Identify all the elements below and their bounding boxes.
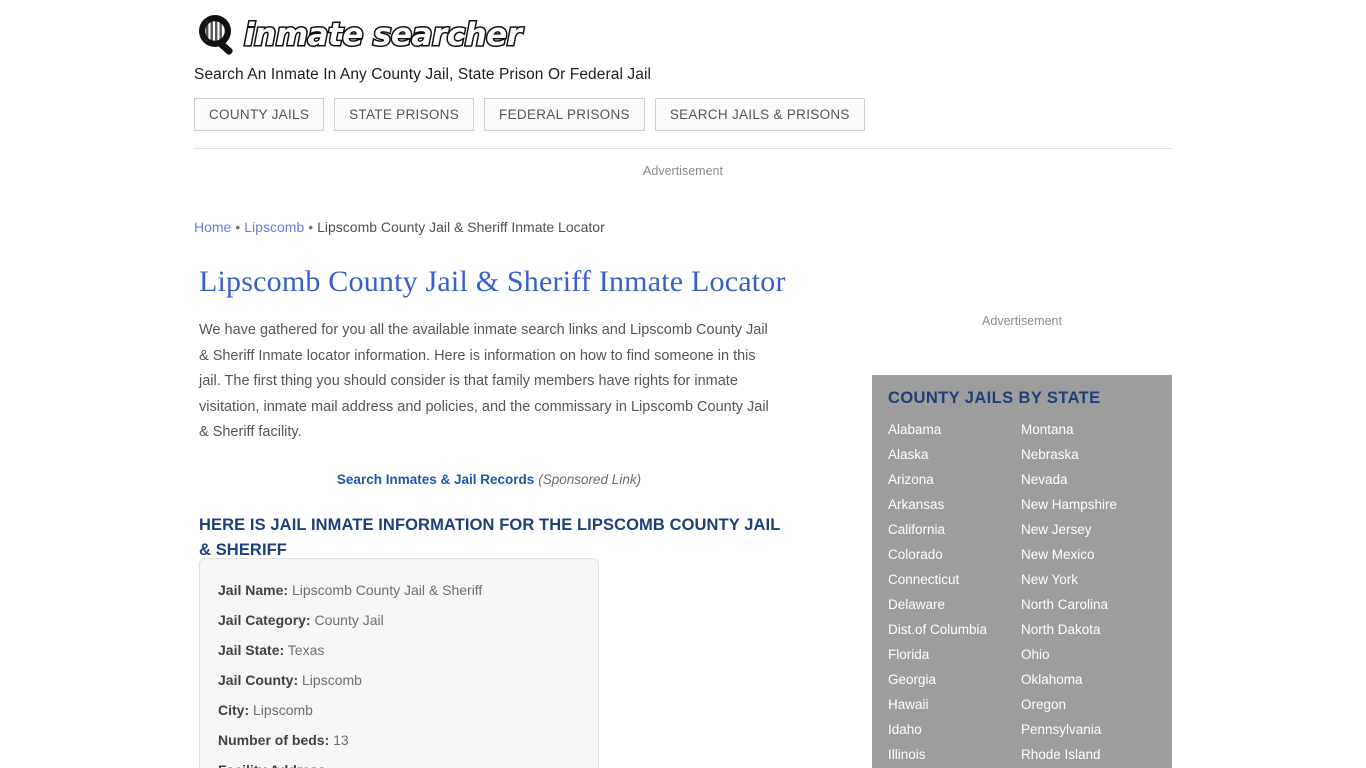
state-link-florida[interactable]: Florida: [888, 642, 1021, 667]
info-value-jail-state: Texas: [287, 642, 325, 658]
info-label-number-of-beds: Number of beds:: [218, 732, 330, 748]
state-link-connecticut[interactable]: Connecticut: [888, 567, 1021, 592]
sidebar-advertisement-label: Advertisement: [982, 314, 1062, 328]
jail-info-box: Jail Name: Lipscomb County Jail & Sherif…: [199, 558, 599, 768]
state-link-oklahoma[interactable]: Oklahoma: [1021, 667, 1156, 692]
breadcrumb-separator-2: •: [308, 219, 314, 235]
breadcrumb-county-link[interactable]: Lipscomb: [244, 219, 304, 235]
info-value-city: Lipscomb: [253, 702, 313, 718]
state-link-georgia[interactable]: Georgia: [888, 667, 1021, 692]
state-link-colorado[interactable]: Colorado: [888, 542, 1021, 567]
state-link-illinois[interactable]: Illinois: [888, 742, 1021, 767]
nav-item-county-jails[interactable]: COUNTY JAILS: [194, 98, 325, 131]
info-row: Jail County: Lipscomb: [218, 665, 580, 695]
info-row: Jail Category: County Jail: [218, 605, 580, 635]
state-link-nebraska[interactable]: Nebraska: [1021, 442, 1156, 467]
breadcrumb-separator-1: •: [235, 219, 241, 235]
state-link-pennsylvania[interactable]: Pennsylvania: [1021, 717, 1156, 742]
state-link-new-jersey[interactable]: New Jersey: [1021, 517, 1156, 542]
state-link-alabama[interactable]: Alabama: [888, 417, 1021, 442]
main-content: Lipscomb County Jail & Sheriff Inmate Lo…: [199, 262, 799, 563]
nav-item-federal-prisons[interactable]: FEDERAL PRISONS: [484, 98, 645, 131]
state-link-montana[interactable]: Montana: [1021, 417, 1156, 442]
state-link-california[interactable]: California: [888, 517, 1021, 542]
state-link-alaska[interactable]: Alaska: [888, 442, 1021, 467]
state-link-arkansas[interactable]: Arkansas: [888, 492, 1021, 517]
info-label-jail-category: Jail Category:: [218, 612, 311, 628]
sidebar-title: COUNTY JAILS BY STATE: [888, 389, 1101, 407]
state-link-nevada[interactable]: Nevada: [1021, 467, 1156, 492]
nav-item-state-prisons[interactable]: STATE PRISONS: [334, 98, 475, 131]
state-link-new-mexico[interactable]: New Mexico: [1021, 542, 1156, 567]
breadcrumb: Home • Lipscomb • Lipscomb County Jail & She…: [194, 219, 605, 235]
page-root: inmate searcher Search An Inmate In Any …: [0, 0, 1366, 768]
state-link-hawaii[interactable]: Hawaii: [888, 692, 1021, 717]
state-link-new-york[interactable]: New York: [1021, 567, 1156, 592]
state-link-ohio[interactable]: Ohio: [1021, 642, 1156, 667]
info-row: Jail Name: Lipscomb County Jail & Sherif…: [218, 575, 580, 605]
page-title: Lipscomb County Jail & Sheriff Inmate Lo…: [199, 265, 786, 298]
section-heading: HERE IS JAIL INMATE INFORMATION FOR THE …: [199, 515, 781, 559]
info-value-jail-county: Lipscomb: [302, 672, 362, 688]
state-link-oregon[interactable]: Oregon: [1021, 692, 1156, 717]
state-link-dist-of-columbia[interactable]: Dist.of Columbia: [888, 617, 1021, 642]
state-link-delaware[interactable]: Delaware: [888, 592, 1021, 617]
state-link-new-hampshire[interactable]: New Hampshire: [1021, 492, 1156, 517]
header-divider: [194, 148, 1172, 149]
search-inmates-records-link[interactable]: Search Inmates & Jail Records: [337, 472, 534, 487]
sponsored-note: (Sponsored Link): [538, 471, 642, 487]
info-label-jail-county: Jail County:: [218, 672, 299, 688]
info-label-city: City:: [218, 702, 250, 718]
info-value-number-of-beds: 13: [333, 732, 349, 748]
logo-text: inmate searcher: [243, 16, 524, 55]
info-label-jail-state: Jail State:: [218, 642, 285, 658]
state-link-north-dakota[interactable]: North Dakota: [1021, 617, 1156, 642]
info-row: Number of beds: 13: [218, 725, 580, 755]
state-link-north-carolina[interactable]: North Carolina: [1021, 592, 1156, 617]
logo[interactable]: inmate searcher: [194, 10, 1172, 60]
site-header: inmate searcher Search An Inmate In Any …: [194, 10, 1172, 84]
nav-item-search-jails-prisons[interactable]: SEARCH JAILS & PRISONS: [654, 98, 865, 131]
state-link-rhode-island[interactable]: Rhode Island: [1021, 742, 1156, 767]
state-link-arizona[interactable]: Arizona: [888, 467, 1021, 492]
main-navigation: COUNTY JAILS STATE PRISONS FEDERAL PRISO…: [194, 98, 865, 131]
info-value-jail-name: Lipscomb County Jail & Sheriff: [291, 582, 483, 598]
info-row: City: Lipscomb: [218, 695, 580, 725]
breadcrumb-current: Lipscomb County Jail & Sheriff Inmate Lo…: [317, 219, 605, 235]
info-row: Facility Address:: [218, 755, 580, 768]
intro-paragraph: We have gathered for you all the availab…: [199, 322, 769, 440]
info-label-facility-address: Facility Address:: [218, 762, 330, 768]
top-advertisement-label: Advertisement: [643, 164, 723, 178]
county-jails-by-state-panel: COUNTY JAILS BY STATE Alabama Montana Al…: [872, 375, 1172, 768]
state-link-idaho[interactable]: Idaho: [888, 717, 1021, 742]
magnifier-jail-bars-icon: [194, 12, 242, 58]
info-value-jail-category: County Jail: [314, 612, 384, 628]
site-tagline: Search An Inmate In Any County Jail, Sta…: [194, 66, 652, 83]
state-links-grid: Alabama Montana Alaska Nebraska Arizona …: [888, 417, 1156, 767]
info-row: Jail State: Texas: [218, 635, 580, 665]
info-label-jail-name: Jail Name:: [218, 582, 289, 598]
sponsored-link-row: Search Inmates & Jail Records (Sponsored …: [199, 472, 779, 487]
breadcrumb-home-link[interactable]: Home: [194, 219, 231, 235]
